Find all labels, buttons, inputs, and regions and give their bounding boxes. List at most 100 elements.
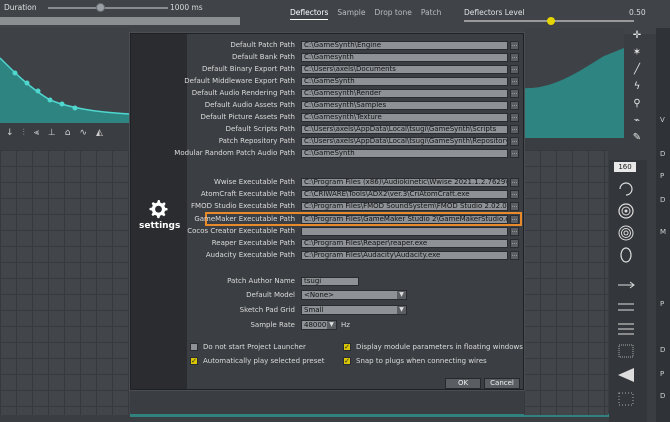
browse-button[interactable]: ... [510,215,519,224]
sketch-pad-right[interactable] [524,150,608,415]
no-launcher-checkbox[interactable] [190,343,198,351]
executable-label: AtomCraft Executable Path [200,190,295,198]
patch-repository-path-field[interactable]: C:\Users\axels\AppData\Local\tsugi\GameS… [301,137,508,146]
right-panel-label: M [660,228,667,236]
duration-value: 1000 ms [170,3,203,12]
arrows-icon[interactable] [616,298,636,316]
tab-sample[interactable]: Sample [337,8,365,20]
author-field[interactable]: tsugi [301,277,359,286]
cross-icon[interactable]: ✛ [633,30,641,41]
dots-pattern-icon[interactable] [616,342,636,360]
stripes-icon[interactable] [616,320,636,338]
path-label: Default Audio Assets Path [204,101,295,109]
executable-label: FMOD Studio Executable Path [191,202,295,210]
settings-dialog: settings Default Patch Path C:\GameSynth… [130,33,524,390]
line-arrow-icon[interactable] [616,276,636,294]
spiral-icon[interactable] [616,224,636,242]
path-label: Patch Repository Path [218,137,295,145]
right-panel-label: P [660,300,665,308]
model-select[interactable]: <None> ▼ [301,290,407,300]
duration-slider-knob[interactable] [96,3,105,12]
plug-icon[interactable]: ⌁ [634,115,640,126]
ok-button[interactable]: OK [445,378,481,389]
audio-assets-path-field[interactable]: C:\Gamesynth\Samples [301,101,508,110]
cancel-button[interactable]: Cancel [484,378,520,389]
cone-icon[interactable] [616,366,636,384]
middleware-export-path-field[interactable]: C:\GameSynth [301,77,508,86]
envelope-curve[interactable] [0,28,130,123]
browse-button[interactable]: ... [510,137,519,146]
audio-rendering-path-field[interactable]: C:\Gamesynth\Render [301,89,508,98]
grid-select[interactable]: Small ▼ [301,305,407,315]
model-label: Default Model [246,291,295,299]
path-label: Default Bank Path [232,53,295,61]
star-icon[interactable]: ✶ [633,47,641,58]
tab-patch[interactable]: Patch [421,8,442,20]
secondary-slider[interactable] [0,17,240,25]
browse-button[interactable]: ... [510,77,519,86]
line-icon[interactable]: ╱ [634,64,640,75]
folder-icon[interactable]: ⌂ [65,128,71,138]
atomcraft-path-field[interactable]: C:\CRIWARE\Tools\ADX2\ver.3\CriAtomCraft… [301,190,508,199]
swirl-icon[interactable] [616,180,636,198]
snap-plugs-checkbox[interactable]: ✓ [343,357,351,365]
cocos-creator-path-field[interactable] [301,227,508,236]
modular-random-path-field[interactable]: C:\GameSynth [301,149,508,158]
browse-button[interactable]: ... [510,101,519,110]
browse-button[interactable]: ... [510,239,519,248]
bolt-icon[interactable]: ϟ [634,81,641,92]
default-patch-path-field[interactable]: C:\GameSynth\Engine [301,41,508,50]
browse-button[interactable]: ... [510,202,519,211]
bars-icon[interactable]: ⫶ [23,128,25,138]
noise-pattern-icon[interactable] [616,390,636,408]
browse-button[interactable]: ... [510,125,519,134]
browse-button[interactable]: ... [510,251,519,260]
split-icon[interactable]: ⊥ [48,128,56,138]
browse-button[interactable]: ... [510,178,519,187]
browse-button[interactable]: ... [510,227,519,236]
reaper-path-field[interactable]: C:\Program Files\Reaper\reaper.exe [301,239,508,248]
sketch-pad-left[interactable] [0,150,130,415]
oval-icon[interactable] [616,246,636,264]
arrow-down-icon[interactable]: ↓ [6,128,14,138]
grid-label: Sketch Pad Grid [239,306,295,314]
pin-icon[interactable]: ⚲ [633,98,640,109]
wave-icon[interactable]: ∿ [79,128,87,138]
floating-windows-checkbox[interactable]: ✓ [343,343,351,351]
brush-icon[interactable]: ✎ [633,132,641,143]
sample-rate-value: 48000 [304,321,327,329]
tab-drop-tone[interactable]: Drop tone [375,8,412,20]
browse-button[interactable]: ... [510,65,519,74]
browse-button[interactable]: ... [510,53,519,62]
tab-deflectors[interactable]: Deflectors [290,8,329,20]
path-label: Modular Random Patch Audio Path [174,149,295,157]
sphere-icon[interactable] [616,202,636,220]
executable-label: Wwise Executable Path [213,178,295,186]
binary-export-path-field[interactable]: C:\Users\axels\Documents [301,65,508,74]
executable-label: Audacity Executable Path [205,251,295,259]
sample-rate-select[interactable]: 48000 ▼ [301,320,337,330]
browse-button[interactable]: ... [510,149,519,158]
scripts-path-field[interactable]: C:\Users\axels\AppData\Local\tsugi\GameS… [301,125,508,134]
chevron-down-icon: ▼ [397,306,406,314]
picture-assets-path-field[interactable]: C:\Gamesynth\Texture [301,113,508,122]
browse-button[interactable]: ... [510,190,519,199]
autoplay-checkbox[interactable]: ✓ [190,357,198,365]
default-bank-path-field[interactable]: C:\Gamesynth [301,53,508,62]
deflectors-level-knob[interactable] [547,17,555,25]
gamemaker-path-field[interactable]: C:\Program Files\GameMaker Studio 2\Game… [301,215,508,224]
zoom-field[interactable]: 160 [614,162,636,172]
triangle-icon[interactable]: ◭ [96,128,103,138]
browse-button[interactable]: ... [510,89,519,98]
equalizer-icon[interactable]: ⫷ [34,128,39,138]
browse-button[interactable]: ... [510,113,519,122]
wwise-path-field[interactable]: C:\Program Files (x86)\Audiokinetic\Wwis… [301,178,508,187]
no-launcher-label: Do not start Project Launcher [203,343,306,351]
autoplay-label: Automatically play selected preset [203,357,325,365]
duration-slider[interactable] [48,7,168,9]
drawing-tools: ✛ ✶ ╱ ϟ ⚲ ⌁ ✎ [627,30,647,143]
browse-button[interactable]: ... [510,41,519,50]
fmod-path-field[interactable]: C:\Program Files\FMOD SoundSystem\FMOD S… [301,202,508,211]
deflector-curve[interactable] [524,28,624,138]
audacity-path-field[interactable]: C:\Program Files\Audacity\Audacity.exe [301,251,508,260]
